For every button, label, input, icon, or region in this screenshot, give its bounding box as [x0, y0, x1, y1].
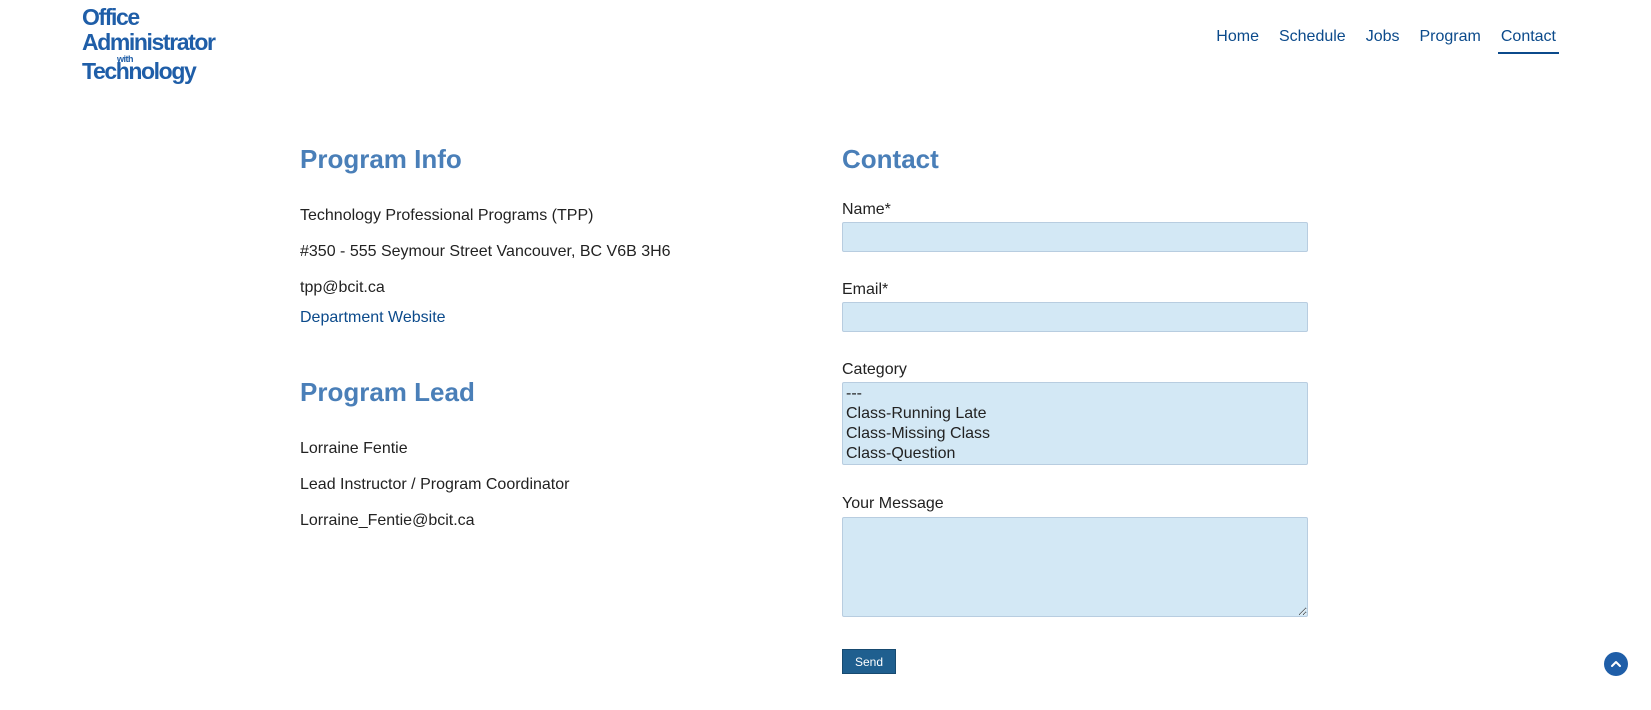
email-label: Email* — [842, 281, 889, 298]
department-website-link[interactable]: Department Website — [300, 309, 446, 327]
name-label: Name* — [842, 201, 891, 218]
logo-line-administrator: Administrator — [82, 29, 216, 55]
name-input[interactable] — [842, 222, 1308, 252]
program-address: #350 - 555 Seymour Street Vancouver, BC … — [300, 243, 671, 260]
nav-program[interactable]: Program — [1417, 26, 1484, 54]
nav-contact[interactable]: Contact — [1497, 26, 1559, 54]
program-info-title: Program Info — [300, 144, 462, 174]
program-email: tpp@bcit.ca — [300, 279, 385, 296]
logo-line-office: Office — [82, 4, 140, 30]
lead-name: Lorraine Fentie — [300, 440, 408, 457]
send-button[interactable]: Send — [842, 649, 896, 674]
logo-line-technology: Technology — [82, 58, 197, 84]
message-label: Your Message — [842, 495, 944, 512]
message-textarea[interactable] — [842, 517, 1308, 617]
site-logo[interactable]: Office Administrator with Technology — [81, 4, 221, 86]
email-input[interactable] — [842, 302, 1308, 332]
category-option[interactable]: --- — [846, 384, 1304, 404]
lead-email: Lorraine_Fentie@bcit.ca — [300, 512, 475, 529]
category-option[interactable]: Class-Question — [846, 444, 1304, 464]
nav-schedule[interactable]: Schedule — [1276, 26, 1349, 54]
lead-role: Lead Instructor / Program Coordinator — [300, 476, 570, 493]
nav-home[interactable]: Home — [1213, 26, 1262, 54]
program-org: Technology Professional Programs (TPP) — [300, 207, 594, 224]
scroll-top-button[interactable] — [1604, 652, 1628, 676]
page: Office Administrator with Technology Hom… — [0, 0, 1651, 710]
category-label: Category — [842, 361, 907, 378]
category-select[interactable]: --- Class-Running Late Class-Missing Cla… — [842, 382, 1308, 465]
category-option[interactable]: Class-Running Late — [846, 404, 1304, 424]
contact-title: Contact — [842, 144, 939, 174]
chevron-up-icon — [1611, 661, 1621, 667]
main-nav: Home Schedule Jobs Program Contact — [1199, 26, 1559, 54]
category-option[interactable]: Class-Missing Class — [846, 424, 1304, 444]
nav-jobs[interactable]: Jobs — [1363, 26, 1403, 54]
program-lead-title: Program Lead — [300, 377, 475, 407]
